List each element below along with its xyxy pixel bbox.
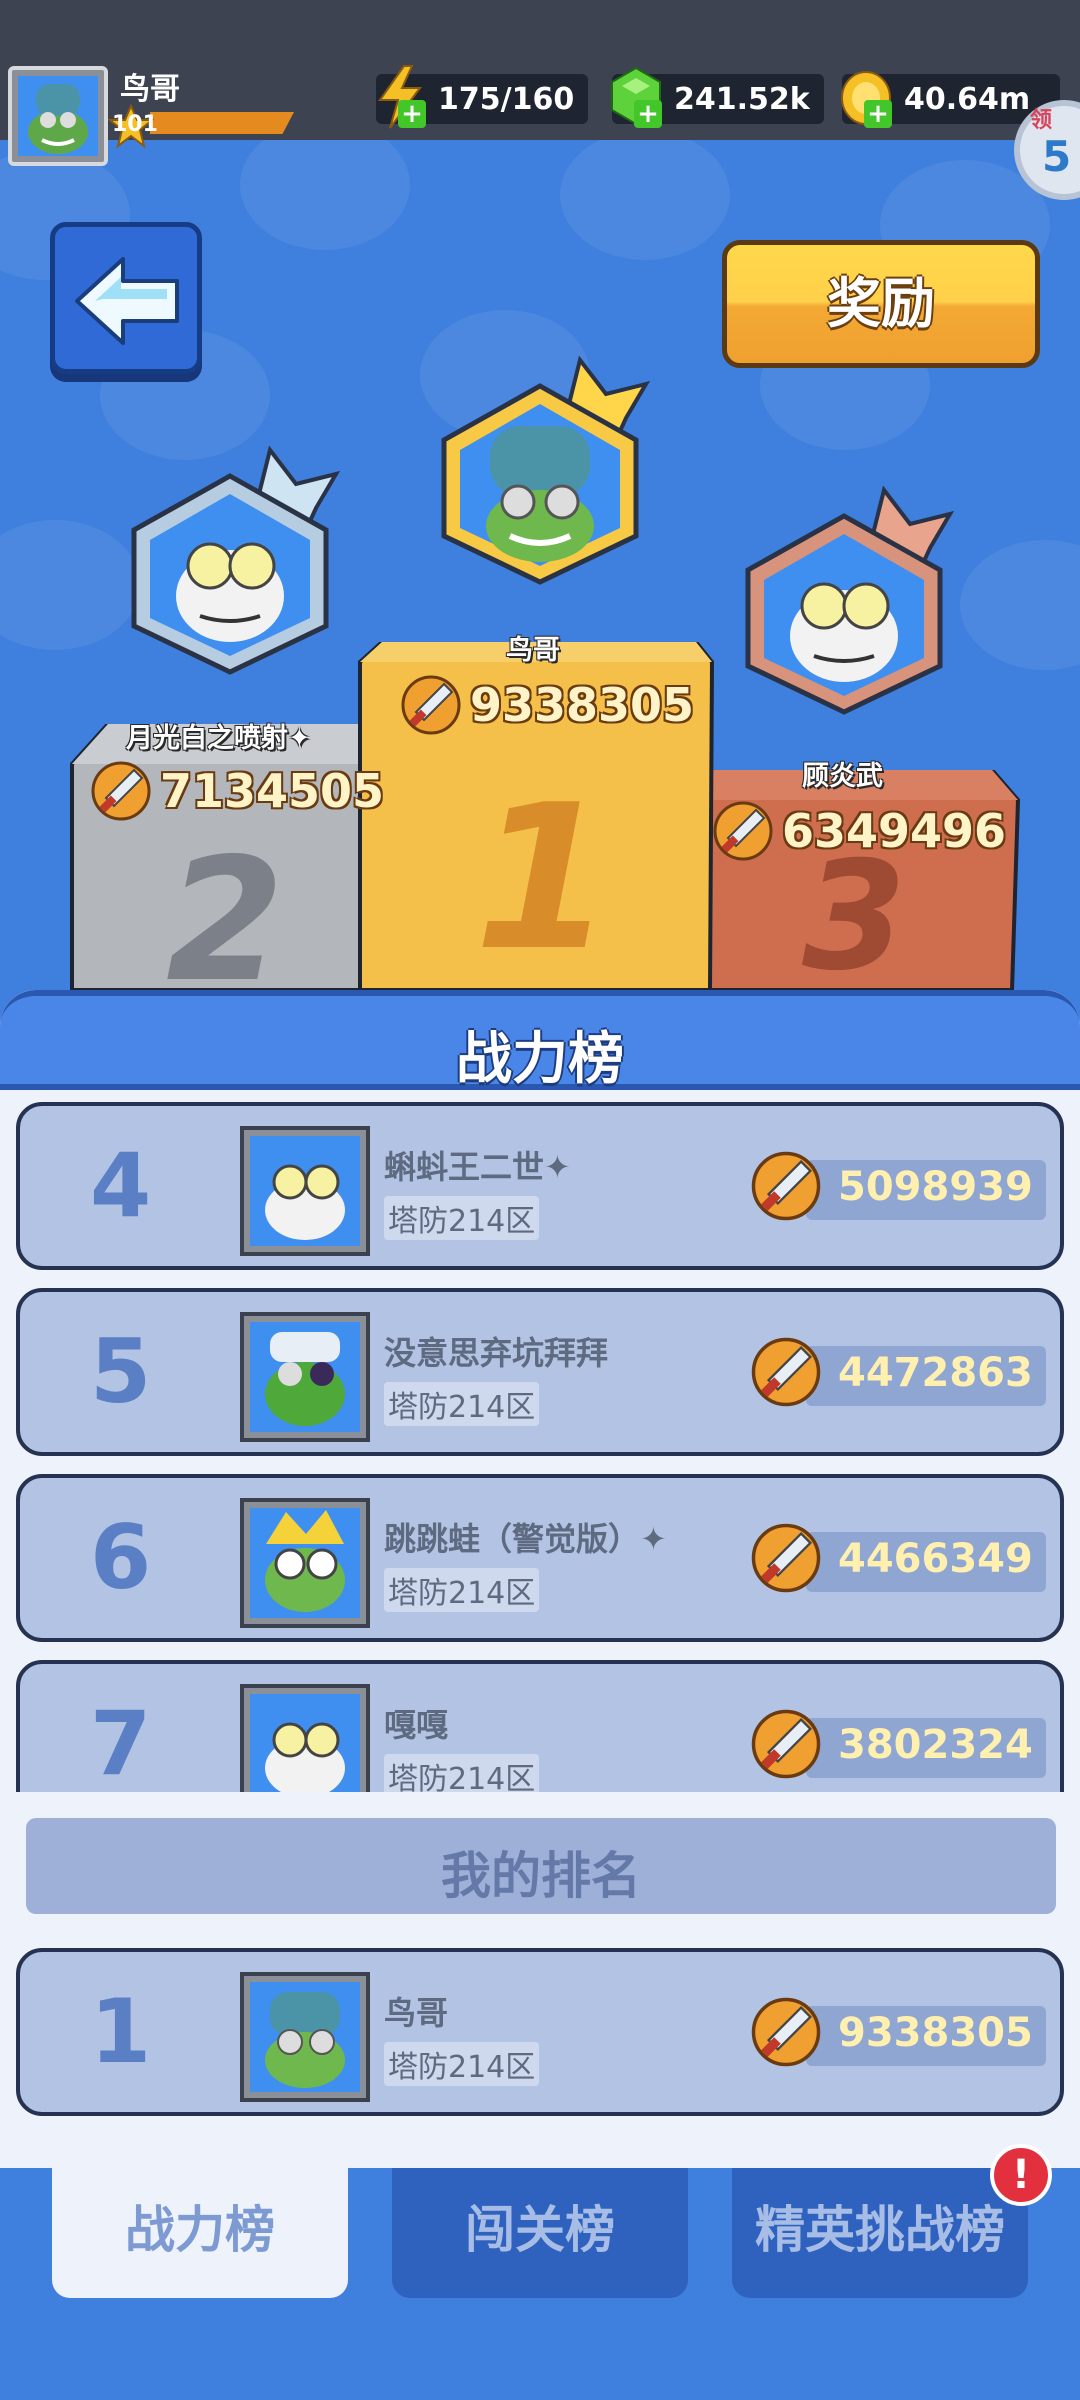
- ranking-row-4[interactable]: 4 蝌蚪王二世✦ 塔防214区 5098939: [16, 1102, 1064, 1270]
- power-sword-icon: [751, 1337, 821, 1407]
- rank-number: 6: [90, 1506, 152, 1609]
- player-avatar[interactable]: [240, 1312, 370, 1442]
- player-name: 跳跳蛙（警觉版）✦: [384, 1520, 667, 1558]
- side-badge-label: 领: [1030, 108, 1053, 133]
- player-avatar[interactable]: [240, 1498, 370, 1628]
- my-rank-row[interactable]: 1 鸟哥 塔防214区 9338305: [16, 1948, 1064, 2116]
- server-label: 塔防214区: [384, 2042, 540, 2086]
- server-label: 塔防214区: [384, 1754, 540, 1792]
- power-score: 5098939: [806, 1160, 1046, 1220]
- rank-number: 5: [90, 1320, 152, 1423]
- tab-label: 战力榜: [125, 2201, 275, 2259]
- alert-badge-icon: !: [990, 2144, 1052, 2206]
- power-score: 4472863: [806, 1346, 1046, 1406]
- ranking-row-7[interactable]: 7 嘎嘎 塔防214区 3802324: [16, 1660, 1064, 1792]
- player-name: 鸟哥: [384, 1994, 449, 2032]
- back-button[interactable]: [50, 222, 202, 374]
- podium-second-name: 月光白之喷射✦: [126, 723, 311, 754]
- energy-add-icon[interactable]: +: [398, 100, 426, 128]
- power-sword-icon: [751, 1523, 821, 1593]
- podium-first-rank-digit: 1: [474, 762, 614, 995]
- energy-value: 175/160: [438, 82, 575, 117]
- podium-third-name: 顾炎武: [802, 761, 883, 792]
- player-name: 鸟哥: [120, 72, 180, 107]
- ranking-panel: 战力榜 4 蝌蚪王二世✦ 塔防214区 5098939 5 没意思弃坑拜拜 塔防…: [0, 990, 1080, 2168]
- power-sword-icon: [713, 801, 773, 861]
- rank-number: 4: [90, 1134, 152, 1237]
- reward-button[interactable]: 奖励: [722, 240, 1040, 368]
- tab-label: 闯关榜: [465, 2201, 615, 2259]
- coin-add-icon[interactable]: +: [864, 100, 892, 128]
- server-label: 塔防214区: [384, 1382, 540, 1426]
- player-avatar[interactable]: [240, 1972, 370, 2102]
- side-badge-value: 5: [1042, 132, 1072, 181]
- ranking-row-6[interactable]: 6 跳跳蛙（警觉版）✦ 塔防214区 4466349: [16, 1474, 1064, 1642]
- gem-add-icon[interactable]: +: [634, 100, 662, 128]
- reward-button-label: 奖励: [827, 272, 935, 335]
- player-avatar[interactable]: [240, 1126, 370, 1256]
- panel-header: 战力榜: [0, 990, 1080, 1092]
- my-rank-label: 我的排名: [441, 1847, 641, 1905]
- player-name: 没意思弃坑拜拜: [384, 1334, 609, 1372]
- gem-value: 241.52k: [674, 82, 810, 117]
- experience-bar: [150, 112, 294, 134]
- first-place-avatar[interactable]: [430, 356, 660, 586]
- player-avatar[interactable]: [240, 1684, 370, 1792]
- tab-label: 精英挑战榜: [755, 2201, 1005, 2259]
- energy-resource[interactable]: + 175/160: [376, 65, 588, 129]
- coin-value: 40.64m: [904, 82, 1031, 117]
- power-sword-icon: [91, 761, 151, 821]
- rank-number: 1: [90, 1980, 152, 2083]
- podium-first-name: 鸟哥: [506, 635, 560, 666]
- power-score: 9338305: [806, 2006, 1046, 2066]
- rank-number: 7: [90, 1692, 152, 1792]
- back-arrow-icon: [75, 257, 179, 345]
- power-sword-icon: [401, 675, 461, 735]
- player-name: 蝌蚪王二世✦: [384, 1148, 571, 1186]
- player-level: 101: [112, 112, 158, 137]
- gem-resource[interactable]: + 241.52k: [611, 66, 824, 128]
- second-place-avatar[interactable]: [120, 446, 350, 676]
- player-avatar[interactable]: [8, 66, 108, 166]
- tab-elite-challenge-ranking[interactable]: 精英挑战榜: [732, 2168, 1028, 2298]
- power-sword-icon: [751, 1997, 821, 2067]
- tab-power-ranking[interactable]: 战力榜: [52, 2168, 348, 2298]
- third-place-avatar[interactable]: [734, 486, 964, 716]
- power-score: 4466349: [806, 1532, 1046, 1592]
- my-rank-header: 我的排名: [26, 1818, 1056, 1914]
- ranking-list[interactable]: 4 蝌蚪王二世✦ 塔防214区 5098939 5 没意思弃坑拜拜 塔防214区…: [0, 1102, 1080, 1792]
- ranking-row-5[interactable]: 5 没意思弃坑拜拜 塔防214区 4472863: [16, 1288, 1064, 1456]
- server-label: 塔防214区: [384, 1568, 540, 1612]
- player-name: 嘎嘎: [384, 1706, 449, 1744]
- tab-stage-ranking[interactable]: 闯关榜: [392, 2168, 688, 2298]
- power-score: 3802324: [806, 1718, 1046, 1778]
- leaderboard-tabs: 战力榜 闯关榜 精英挑战榜: [0, 2168, 1080, 2400]
- power-sword-icon: [751, 1709, 821, 1779]
- panel-title: 战力榜: [456, 1027, 624, 1092]
- server-label: 塔防214区: [384, 1196, 540, 1240]
- power-sword-icon: [751, 1151, 821, 1221]
